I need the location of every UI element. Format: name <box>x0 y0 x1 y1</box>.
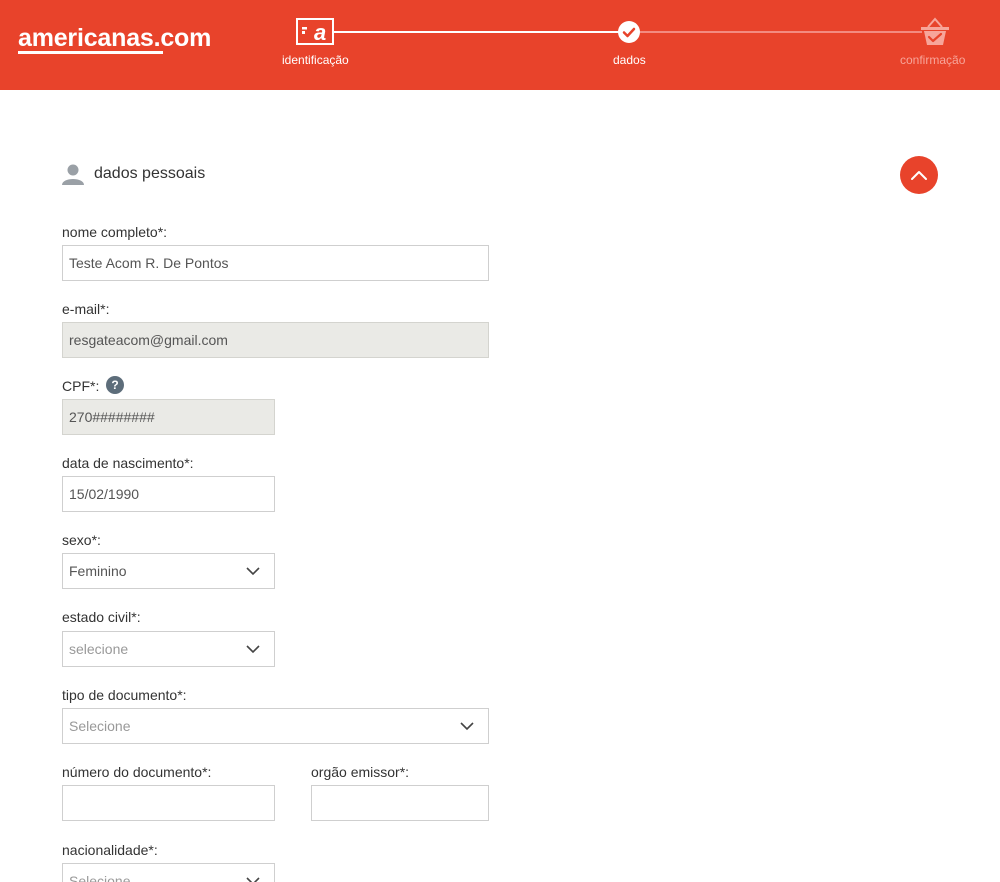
help-icon[interactable]: ? <box>106 376 124 394</box>
sex-select-value: Feminino <box>69 563 127 579</box>
document-type-label: tipo de documento*: <box>62 687 187 703</box>
cpf-label: CPF*: <box>62 378 100 394</box>
marital-status-placeholder: selecione <box>69 641 129 657</box>
collapse-section-button[interactable] <box>900 156 938 194</box>
chevron-down-icon <box>246 645 260 654</box>
check-icon <box>618 21 640 43</box>
basket-icon <box>918 14 952 48</box>
marital-status-select[interactable]: selecione <box>62 631 275 667</box>
checkout-header: americanas.com a identificação dados con… <box>0 0 1000 90</box>
progress-track-pending <box>640 31 922 33</box>
section-title: dados pessoais <box>94 165 206 182</box>
document-number-label: número do documento*: <box>62 764 212 780</box>
cpf-input: 270######## <box>62 399 275 435</box>
logo[interactable]: americanas.com <box>18 24 211 53</box>
chevron-down-icon <box>246 877 260 882</box>
sex-select[interactable]: Feminino <box>62 553 275 589</box>
chevron-down-icon <box>460 722 474 731</box>
birth-date-input[interactable]: 15/02/1990 <box>62 476 275 512</box>
step-label-confirmation: confirmação <box>900 53 966 67</box>
issuing-body-input[interactable] <box>311 785 489 821</box>
identification-step-icon: a <box>296 18 334 45</box>
sex-label: sexo*: <box>62 532 101 548</box>
email-label: e-mail*: <box>62 301 110 317</box>
chevron-up-icon <box>911 171 927 180</box>
birth-date-label: data de nascimento*: <box>62 455 194 471</box>
nationality-select[interactable]: Selecione <box>62 863 275 882</box>
logo-underline <box>18 51 163 54</box>
document-number-input[interactable] <box>62 785 275 821</box>
full-name-label: nome completo*: <box>62 224 168 240</box>
step-label-dados: dados <box>613 53 646 67</box>
document-type-placeholder: Selecione <box>69 718 131 734</box>
document-type-select[interactable]: Selecione <box>62 708 489 744</box>
email-input: resgateacom@gmail.com <box>62 322 489 358</box>
section-header: dados pessoais <box>62 162 205 186</box>
nationality-label: nacionalidade*: <box>62 842 158 858</box>
marital-status-label: estado civil*: <box>62 609 141 625</box>
nationality-placeholder: Selecione <box>69 873 131 882</box>
issuing-body-label: orgão emissor*: <box>311 764 410 780</box>
svg-text:a: a <box>314 20 326 45</box>
full-name-input[interactable]: Teste Acom R. De Pontos <box>62 245 489 281</box>
progress-track-done <box>334 31 624 33</box>
user-icon <box>62 163 84 185</box>
chevron-down-icon <box>246 567 260 576</box>
step-label-identification: identificação <box>282 53 349 67</box>
